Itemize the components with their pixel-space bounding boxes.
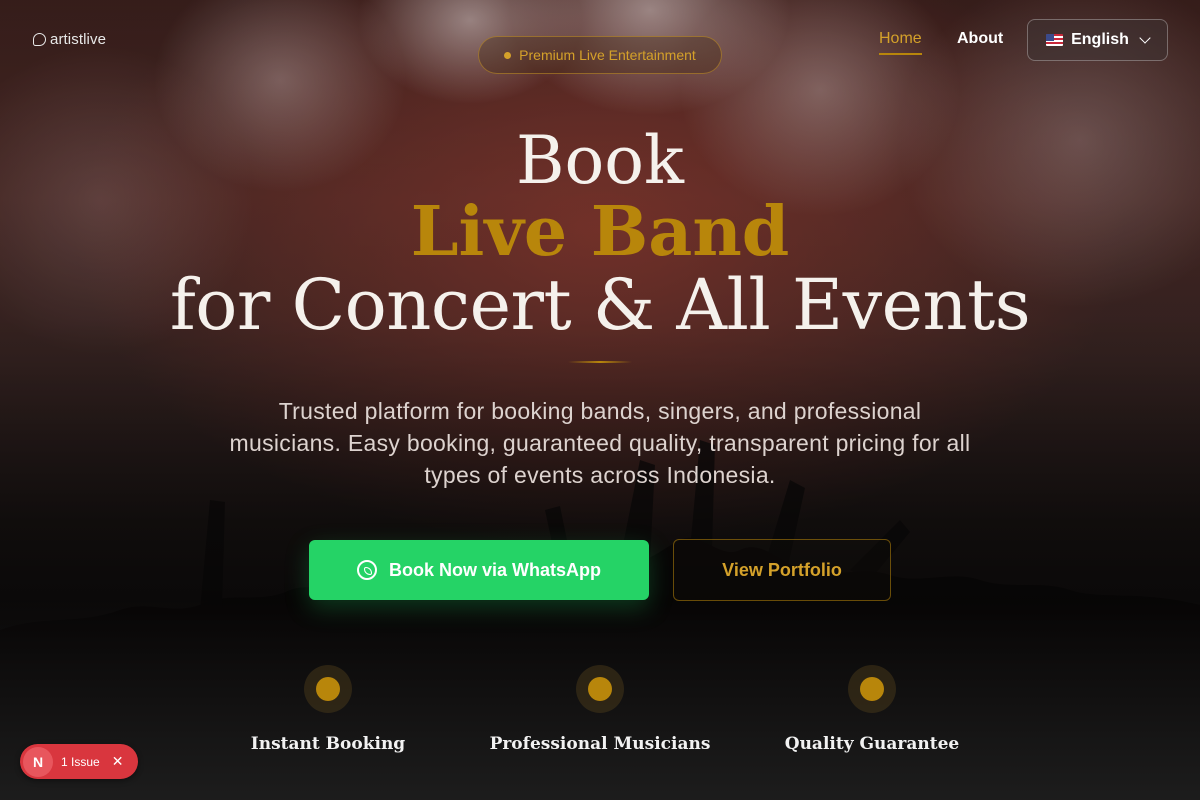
- feature-professional-musicians: Professional Musicians: [470, 665, 730, 754]
- book-whatsapp-label: Book Now via WhatsApp: [388, 559, 601, 580]
- nextjs-logo-icon: N: [23, 746, 53, 777]
- logo-text: artistlive: [50, 31, 107, 48]
- feature-label: Quality Guarantee: [784, 734, 960, 754]
- chevron-down-icon: [1139, 32, 1151, 44]
- logo-icon: [33, 33, 46, 46]
- language-label: English: [1071, 31, 1129, 48]
- hero-subtitle: Trusted platform for booking bands, sing…: [229, 398, 971, 488]
- view-portfolio-label: View Portfolio: [722, 559, 842, 580]
- feature-icon: [304, 665, 352, 713]
- feature-label: Instant Booking: [250, 734, 406, 754]
- nav-about-link[interactable]: About: [957, 30, 1003, 48]
- nav-home-link[interactable]: Home: [879, 30, 922, 55]
- hero-divider: [568, 361, 632, 363]
- book-whatsapp-button[interactable]: Book Now via WhatsApp: [309, 540, 649, 600]
- badge-text: Premium Live Entertainment: [519, 47, 696, 63]
- brand-logo[interactable]: artistlive: [33, 31, 106, 48]
- hero-title-line-1: Book: [516, 122, 684, 199]
- premium-badge: Premium Live Entertainment: [478, 36, 722, 74]
- badge-dot-icon: [504, 51, 512, 59]
- whatsapp-icon: [356, 560, 377, 580]
- feature-icon: [576, 665, 624, 713]
- feature-label: Professional Musicians: [489, 734, 711, 754]
- us-flag-icon: [1046, 34, 1064, 46]
- feature-instant-booking: Instant Booking: [198, 665, 458, 754]
- hero-title-line-3: for Concert & All Events: [169, 264, 1031, 346]
- language-selector[interactable]: English: [1027, 19, 1168, 61]
- feature-icon: [848, 665, 896, 713]
- dev-issues-badge[interactable]: N 1 Issue ✕: [20, 744, 138, 779]
- view-portfolio-button[interactable]: View Portfolio: [673, 539, 891, 601]
- issue-count-text: 1 Issue: [61, 754, 100, 769]
- hero-title-highlight: Live Band: [410, 192, 790, 272]
- feature-quality-guarantee: Quality Guarantee: [742, 665, 1002, 754]
- close-icon[interactable]: ✕: [112, 753, 124, 770]
